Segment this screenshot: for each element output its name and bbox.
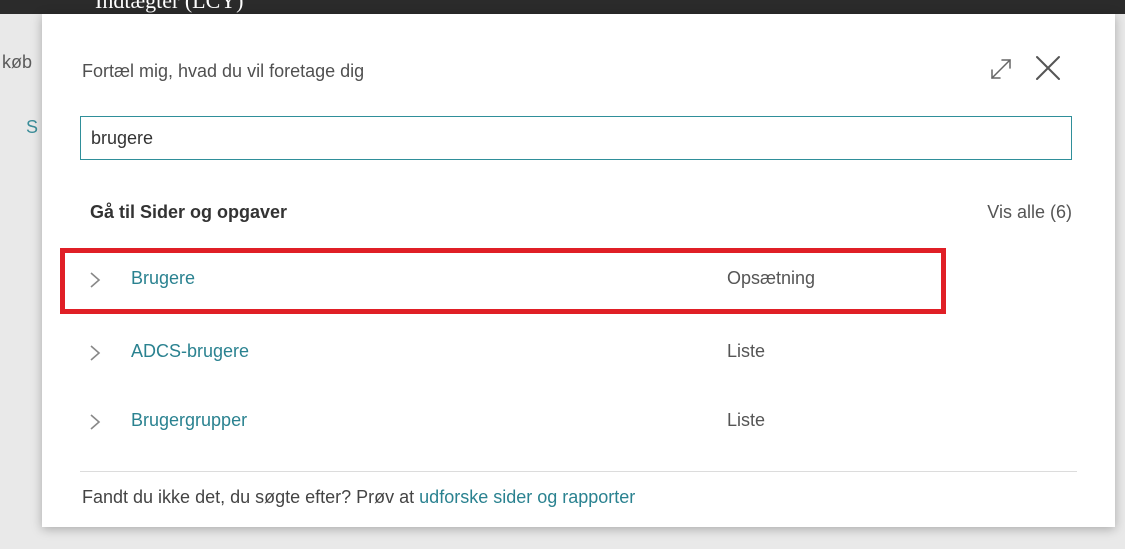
divider <box>80 471 1077 472</box>
explore-pages-link[interactable]: udforske sider og rapporter <box>419 487 635 507</box>
background-text: køb <box>2 52 33 72</box>
result-type: Opsætning <box>727 268 816 288</box>
result-type: Liste <box>727 410 766 430</box>
background-link-text: S <box>26 117 39 137</box>
result-label: Brugergrupper <box>131 410 248 430</box>
search-input[interactable] <box>80 116 1072 160</box>
footer-text: Fandt du ikke det, du søgte efter? Prøv … <box>82 487 420 507</box>
dialog-title: Fortæl mig, hvad du vil foretage dig <box>82 61 365 81</box>
result-label: Brugere <box>131 268 196 288</box>
tell-me-dialog: Fortæl mig, hvad du vil foretage dig Gå … <box>42 14 1115 527</box>
chevron-right-icon <box>90 345 101 361</box>
expand-icon[interactable] <box>987 55 1015 83</box>
close-icon[interactable] <box>1032 52 1064 84</box>
show-all-link[interactable]: Vis alle (6) <box>987 202 1072 223</box>
chevron-right-icon <box>90 414 101 430</box>
result-item[interactable]: ADCS-brugere Liste <box>88 332 1088 372</box>
result-label: ADCS-brugere <box>131 341 250 361</box>
section-heading: Gå til Sider og opgaver <box>90 202 288 222</box>
result-item[interactable]: Brugergrupper Liste <box>88 401 1088 441</box>
chevron-right-icon <box>90 272 101 288</box>
result-type: Liste <box>727 341 766 361</box>
top-strip-text: Indtægter (LCY) <box>95 0 244 13</box>
result-item[interactable]: Brugere Opsætning <box>88 259 1088 299</box>
footer: Fandt du ikke det, du søgte efter? Prøv … <box>82 487 635 508</box>
top-strip: Indtægter (LCY) <box>0 0 1125 14</box>
